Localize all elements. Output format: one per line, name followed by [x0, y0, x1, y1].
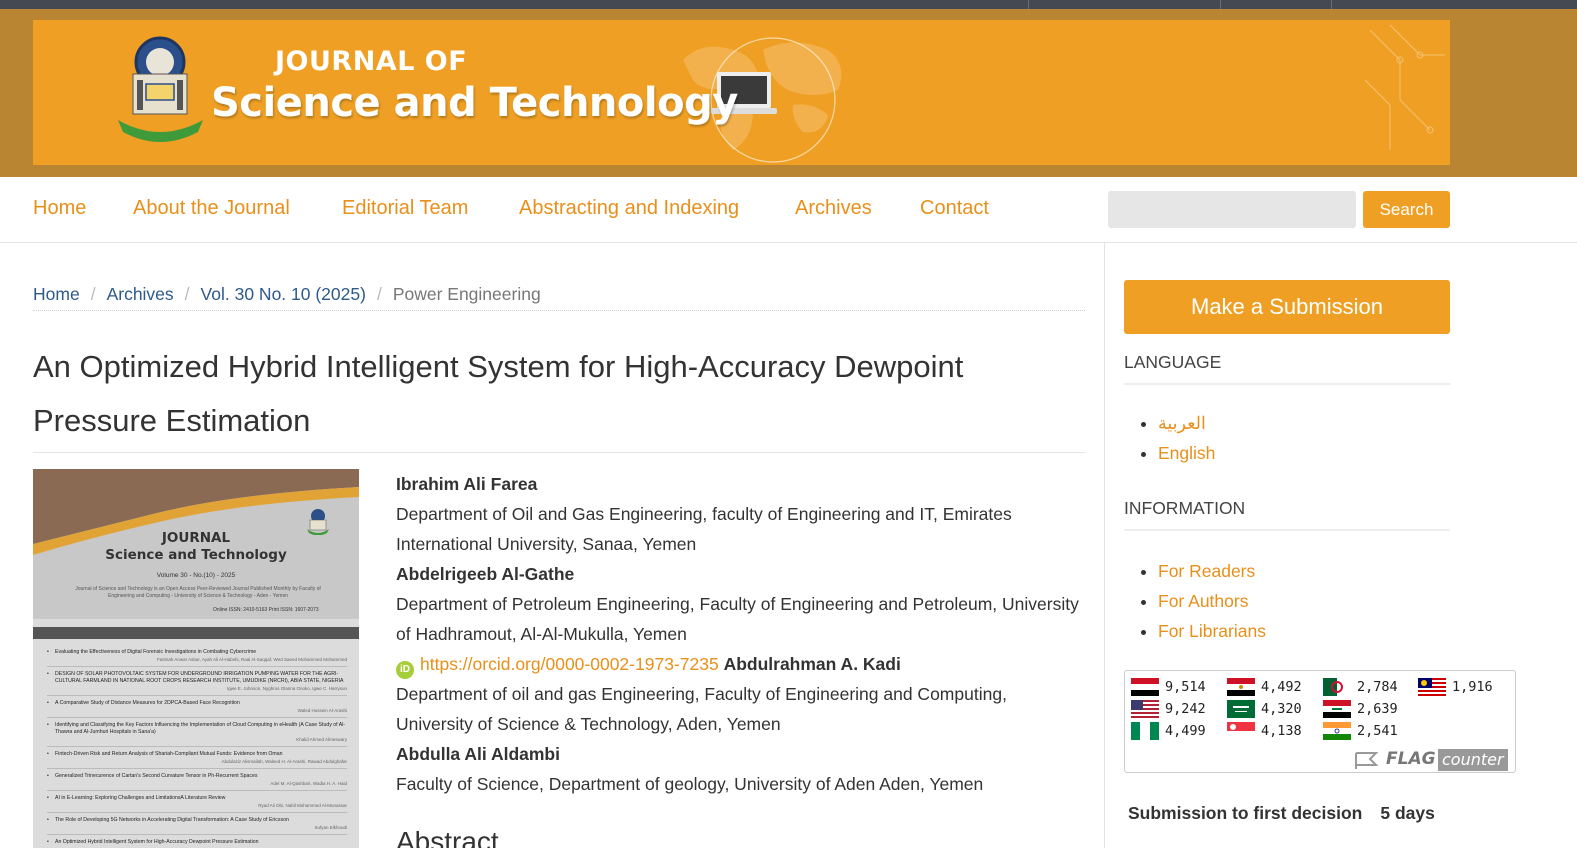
header-banner[interactable]: JOURNAL OF Science and Technology: [33, 20, 1450, 165]
flag-counter-entry: 9,514: [1131, 678, 1206, 696]
cover-volume: Volume 30 - No.(10) - 2025: [156, 572, 236, 579]
issue-cover-image[interactable]: JOURNAL Science and Technology Volume 30…: [33, 469, 359, 848]
breadcrumb-issue[interactable]: Vol. 30 No. 10 (2025): [201, 284, 366, 304]
author-orcid-row: iD https://orcid.org/0000-0002-1973-7235 …: [396, 649, 1086, 679]
abstract-heading: Abstract: [396, 826, 499, 848]
article-title: An Optimized Hybrid Intelligent System f…: [33, 340, 1085, 453]
egypt-flag-icon: [1227, 678, 1255, 696]
cover-divider-bar: [33, 627, 359, 639]
author-affiliation: Department of oil and gas Engineering, F…: [396, 684, 1007, 734]
cover-toc-item: An Optimized Hybrid Intelligent System f…: [47, 839, 347, 848]
author-list: Ibrahim Ali Farea Department of Oil and …: [396, 469, 1086, 799]
breadcrumb-archives[interactable]: Archives: [107, 284, 174, 304]
author-affiliation: Department of Petroleum Engineering, Fac…: [396, 594, 1079, 644]
language-item: العربية: [1158, 408, 1215, 438]
orcid-link[interactable]: https://orcid.org/0000-0002-1973-7235: [420, 654, 719, 674]
flag-counter-entry: 2,639: [1323, 700, 1398, 718]
information-item: For Readers: [1158, 556, 1266, 586]
author-name: Ibrahim Ali Farea: [396, 474, 538, 494]
usa-flag-icon: [1131, 700, 1159, 718]
journal-name-text: Science and Technology: [211, 80, 738, 126]
sidebar-divider: [1104, 243, 1105, 848]
flag-counter-entry: 2,784: [1323, 678, 1398, 696]
nav-contact[interactable]: Contact: [920, 197, 989, 220]
singapore-flag-icon: [1227, 722, 1255, 740]
flag-counter-entry: 4,138: [1227, 722, 1302, 740]
flag-counter-flag-text: FLAG: [1386, 749, 1436, 769]
language-list: العربية English: [1140, 408, 1215, 468]
nav-about-the-journal[interactable]: About the Journal: [133, 197, 290, 220]
information-item: For Librarians: [1158, 616, 1266, 646]
cover-title-journal: JOURNAL: [161, 530, 231, 546]
cover-table-of-contents: Evaluating the Effectiveness of Digital …: [47, 649, 347, 848]
main-nav: Home About the Journal Editorial Team Ab…: [0, 177, 1577, 243]
flag-counter-entry: 4,320: [1227, 700, 1302, 718]
cover-toc-item: The Role of Developing 5G Networks in Ac…: [47, 817, 347, 835]
cover-toc-item: DESIGN OF SOLAR PHOTOVOLTAIC SYSTEM FOR …: [47, 671, 347, 696]
for-readers-link[interactable]: For Readers: [1158, 561, 1255, 581]
algeria-flag-icon: [1323, 678, 1351, 696]
breadcrumb-separator: /: [90, 284, 96, 304]
cover-toc-item: AI in E-Learning: Exploring Challenges a…: [47, 795, 347, 813]
author-name: Abdulrahman A. Kadi: [723, 654, 901, 674]
information-item: For Authors: [1158, 586, 1266, 616]
language-arabic-link[interactable]: العربية: [1158, 413, 1206, 433]
iraq-flag-icon: [1323, 700, 1351, 718]
flag-counter-entry: 4,499: [1131, 722, 1206, 740]
decision-label: Submission to first decision: [1128, 803, 1363, 823]
flag-counter-counter-text: counter: [1438, 749, 1508, 771]
breadcrumb: Home / Archives / Vol. 30 No. 10 (2025) / Powe…: [33, 284, 1085, 311]
cover-toc-item: Evaluating the Effectiveness of Digital …: [47, 649, 347, 667]
submission-decision-stat: Submission to first decision 5 days: [1128, 803, 1435, 824]
nav-editorial-team[interactable]: Editorial Team: [342, 197, 468, 220]
author-name: Abdulla Ali Aldambi: [396, 744, 560, 764]
flag-counter-logo[interactable]: FLAG counter: [1354, 749, 1514, 771]
search-button[interactable]: Search: [1363, 191, 1450, 228]
make-submission-button[interactable]: Make a Submission: [1124, 280, 1450, 334]
cover-toc-item: Fintech-Driven Risk and Return Analysis …: [47, 751, 347, 769]
yemen-flag-icon: [1131, 678, 1159, 696]
nav-abstracting-and-indexing[interactable]: Abstracting and Indexing: [519, 197, 739, 220]
nigeria-flag-icon: [1131, 722, 1159, 740]
nav-archives[interactable]: Archives: [795, 197, 872, 220]
search-input[interactable]: [1108, 191, 1356, 228]
cover-title-name: Science and Technology: [105, 547, 287, 563]
india-flag-icon: [1323, 722, 1351, 740]
cover-toc-item: Generalized Trinecurence of Cartan's Sec…: [47, 773, 347, 791]
journal-of-text: JOURNAL OF: [275, 46, 468, 77]
malaysia-flag-icon: [1418, 678, 1446, 696]
top-strip: [0, 0, 1577, 9]
cover-issn: Online ISSN: 2410-5163 Print ISSN: 1607-…: [213, 607, 319, 613]
flag-counter-icon: [1355, 752, 1379, 769]
breadcrumb-separator: /: [376, 284, 382, 304]
flag-counter-entry: 1,916: [1418, 678, 1493, 696]
language-item: English: [1158, 438, 1215, 468]
cover-description: Journal of Science and Technology is an …: [75, 586, 321, 599]
cover-toc-item: Identifying and Classifying the Key Fact…: [47, 722, 347, 747]
flag-counter-entry: 2,541: [1323, 722, 1398, 740]
for-authors-link[interactable]: For Authors: [1158, 591, 1248, 611]
information-list: For Readers For Authors For Librarians: [1140, 556, 1266, 646]
flag-counter-entry: 9,242: [1131, 700, 1206, 718]
information-heading: INFORMATION: [1124, 498, 1450, 531]
cover-toc-item: A Comparative Study of Distance Measures…: [47, 700, 347, 718]
university-emblem-logo: [118, 36, 203, 142]
decision-value: 5 days: [1380, 803, 1435, 823]
nav-home[interactable]: Home: [33, 197, 86, 220]
breadcrumb-home[interactable]: Home: [33, 284, 80, 304]
flag-counter-entry: 4,492: [1227, 678, 1302, 696]
author-affiliation: Department of Oil and Gas Engineering, f…: [396, 504, 1012, 554]
for-librarians-link[interactable]: For Librarians: [1158, 621, 1266, 641]
language-heading: LANGUAGE: [1124, 352, 1450, 385]
orcid-icon: iD: [396, 661, 414, 679]
author-affiliation: Faculty of Science, Department of geolog…: [396, 774, 984, 794]
breadcrumb-current: Power Engineering: [392, 284, 541, 304]
circuit-pattern: [1364, 24, 1445, 150]
language-english-link[interactable]: English: [1158, 443, 1215, 463]
breadcrumb-separator: /: [184, 284, 190, 304]
saudi-flag-icon: [1227, 700, 1255, 718]
author-name: Abdelrigeeb Al-Gathe: [396, 564, 575, 584]
